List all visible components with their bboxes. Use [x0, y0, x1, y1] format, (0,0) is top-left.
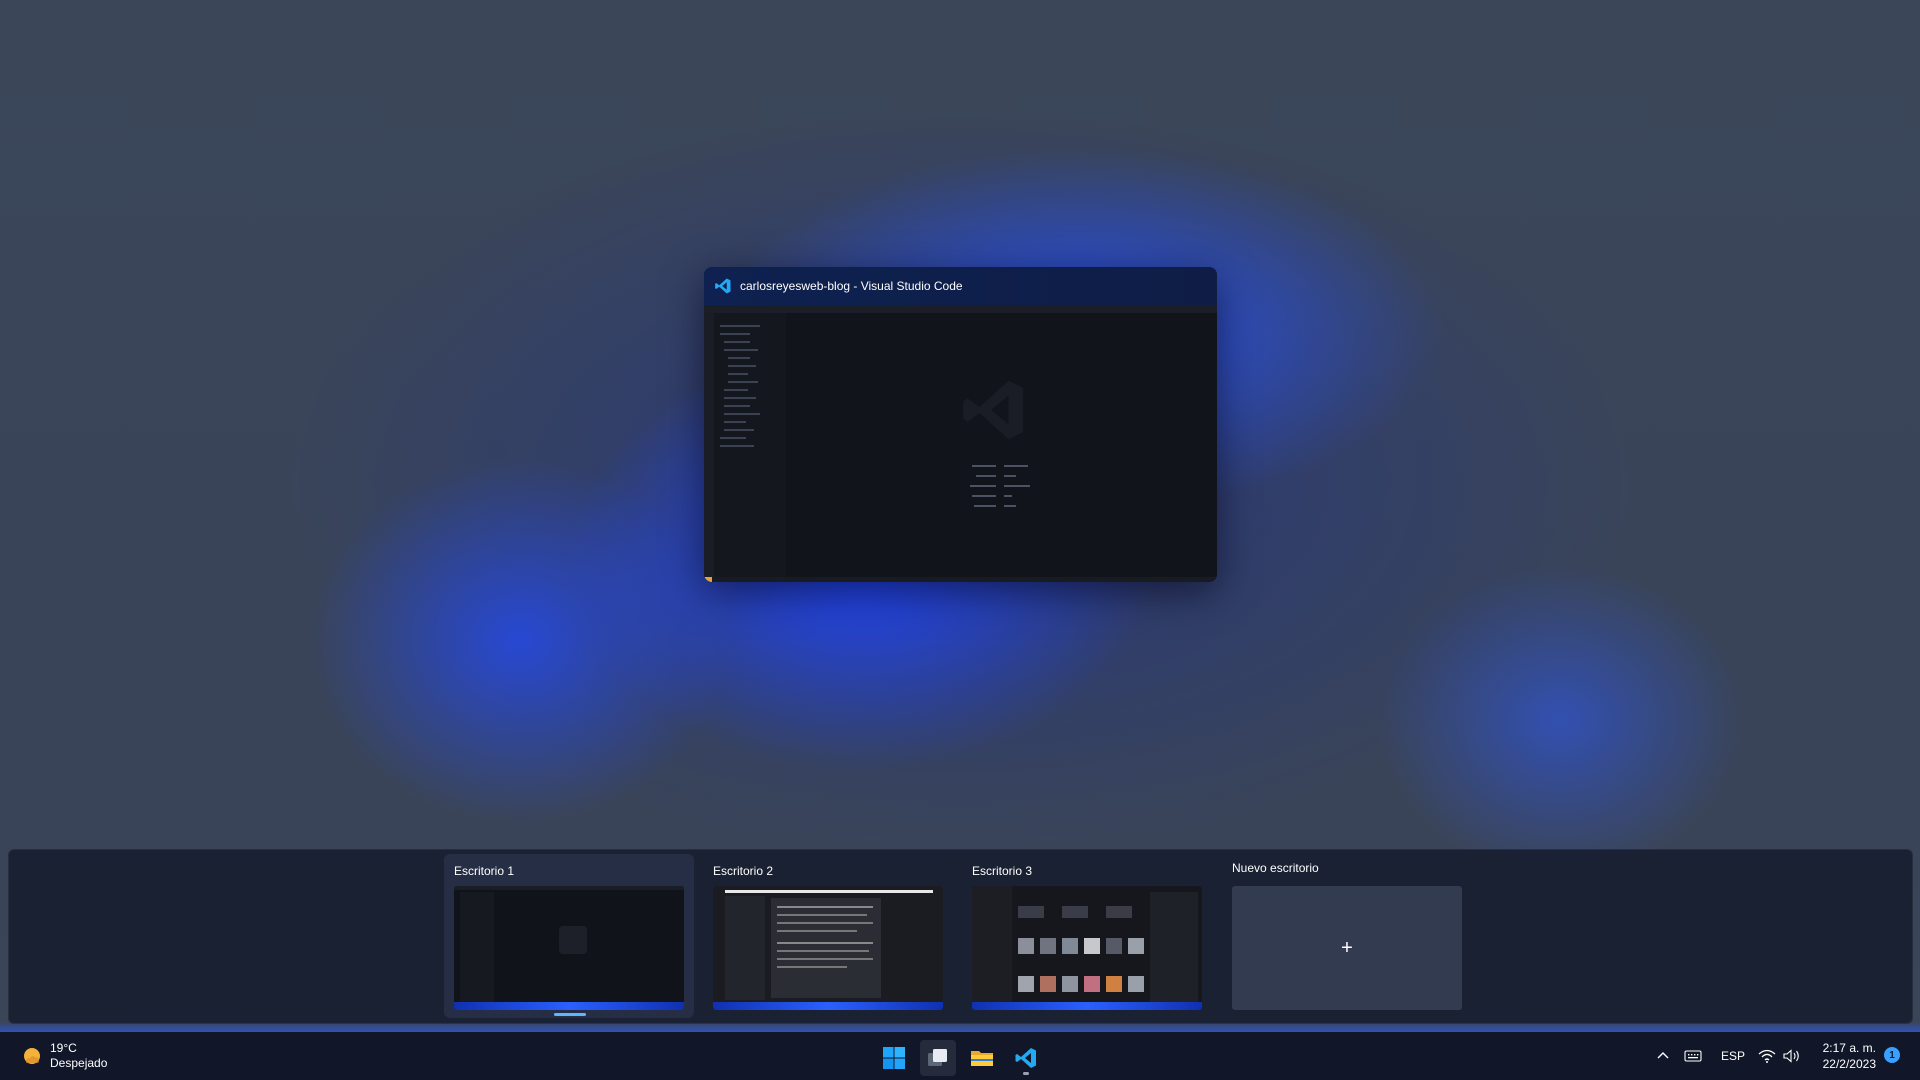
virtual-desktops-panel — [8, 849, 1913, 1024]
window-thumbnail — [704, 305, 1217, 582]
taskbar — [0, 1032, 1920, 1080]
window-preview-header: carlosreyesweb-blog - Visual Studio Code — [704, 267, 1217, 305]
thumb-tree-line — [720, 333, 750, 335]
desktop-2[interactable]: Escritorio 2 — [703, 854, 953, 1018]
desktop-3[interactable]: Escritorio 3 — [962, 854, 1212, 1018]
task-view-icon — [928, 1049, 947, 1066]
thumb-shortcut-line — [1004, 495, 1012, 497]
vscode-taskbar-button[interactable] — [1008, 1040, 1044, 1076]
thumb-shortcut-line — [976, 475, 996, 477]
thumb-tree-line — [720, 437, 746, 439]
desktop-label: Escritorio 3 — [972, 864, 1033, 878]
language-indicator: ESP — [1721, 1049, 1746, 1063]
touch-keyboard-button[interactable] — [1684, 1040, 1702, 1072]
thumb-tree-line — [720, 445, 754, 447]
plus-icon: + — [1341, 936, 1353, 959]
thumb-activity-bar — [704, 313, 714, 577]
desktop-thumbnail — [713, 886, 943, 1010]
thumb-tree-line — [724, 349, 758, 351]
thumb-tree-line — [724, 397, 756, 399]
chevron-up-icon — [1657, 1052, 1669, 1059]
vscode-icon — [1015, 1048, 1036, 1068]
vscode-icon — [715, 278, 731, 294]
thumb-tree-line — [728, 373, 748, 375]
desktop-thumbnail — [454, 886, 684, 1010]
show-hidden-icons-button[interactable] — [1656, 1040, 1670, 1072]
active-desktop-indicator — [554, 1013, 586, 1016]
thumb-tree-line — [728, 357, 750, 359]
thumb-shortcut-line — [1004, 475, 1016, 477]
desktop-thumbnail — [972, 886, 1202, 1010]
desktop-1[interactable]: Escritorio 1 — [444, 854, 694, 1018]
vscode-watermark-icon — [963, 380, 1024, 440]
thumb-tree-line — [724, 405, 750, 407]
new-desktop-button[interactable]: + — [1232, 886, 1462, 1010]
weather-temperature: 19°C — [50, 1041, 77, 1055]
sun-cloud-icon — [24, 1048, 40, 1064]
input-language-button[interactable]: ESP — [1721, 1040, 1745, 1072]
window-preview-vscode[interactable]: carlosreyesweb-blog - Visual Studio Code — [704, 267, 1217, 582]
thumb-tree-line — [724, 421, 746, 423]
thumb-shortcut-line — [972, 495, 996, 497]
clock-date: 22/2/2023 — [1822, 1057, 1876, 1071]
windows-start-icon — [883, 1047, 905, 1069]
clock-time: 2:17 a. m. — [1822, 1041, 1876, 1055]
thumb-shortcut-line — [1004, 505, 1016, 507]
desktop-label: Escritorio 2 — [713, 864, 774, 878]
thumb-shortcut-line — [1004, 465, 1028, 467]
thumb-tree-line — [724, 389, 748, 391]
thumb-titlebar — [704, 305, 1217, 313]
weather-widget[interactable]: 19°C Despejado — [20, 1041, 107, 1071]
notification-badge[interactable]: 1 — [1884, 1047, 1900, 1063]
start-button[interactable] — [876, 1040, 912, 1076]
new-desktop-label: Nuevo escritorio — [1232, 861, 1319, 875]
keyboard-icon — [1684, 1050, 1702, 1062]
thumb-shortcut-line — [1004, 485, 1030, 487]
taskbar-glow — [0, 1022, 1920, 1032]
wifi-icon — [1758, 1049, 1776, 1063]
volume-icon — [1783, 1049, 1799, 1063]
weather-condition: Despejado — [50, 1056, 108, 1070]
thumb-tree-line — [720, 325, 760, 327]
thumb-tree-line — [728, 365, 756, 367]
quick-settings-button[interactable] — [1758, 1040, 1802, 1072]
desktop-label: Escritorio 1 — [454, 864, 515, 878]
thumb-tree-line — [724, 429, 754, 431]
thumb-shortcut-line — [970, 485, 996, 487]
thumb-tree-line — [724, 413, 760, 415]
file-explorer-button[interactable] — [964, 1040, 1000, 1076]
thumb-shortcut-line — [974, 505, 996, 507]
thumb-tree-line — [724, 341, 750, 343]
task-view-button[interactable] — [920, 1040, 956, 1076]
thumb-shortcut-line — [972, 465, 996, 467]
window-title: carlosreyesweb-blog - Visual Studio Code — [740, 279, 963, 293]
running-indicator — [1023, 1072, 1029, 1075]
thumb-statusbar — [704, 577, 1217, 582]
clock-button[interactable]: 2:17 a. m. 22/2/2023 — [1810, 1040, 1876, 1072]
file-explorer-icon — [971, 1051, 993, 1066]
thumb-tree-line — [728, 381, 758, 383]
